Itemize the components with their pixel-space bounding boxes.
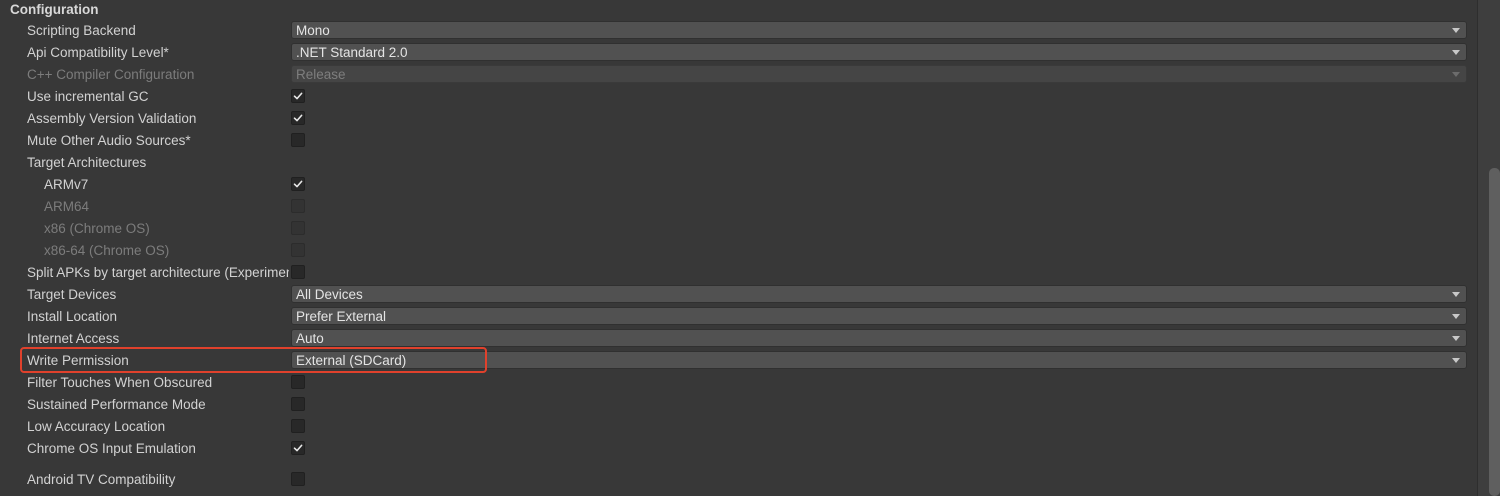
target-devices-dropdown[interactable]: All Devices — [291, 285, 1467, 303]
target-architectures-label: Target Architectures — [27, 155, 147, 170]
mute-audio-checkbox[interactable] — [291, 133, 305, 147]
api-compatibility-value: .NET Standard 2.0 — [296, 45, 408, 60]
chrome-input-checkbox[interactable] — [291, 441, 305, 455]
arm64-row: ARM64 — [0, 196, 1475, 218]
internet-access-row: Internet Access Auto — [0, 328, 1475, 350]
android-tv-checkbox[interactable] — [291, 472, 305, 486]
split-apks-label: Split APKs by target architecture (Exper… — [27, 265, 289, 280]
section-title: Configuration — [10, 2, 99, 17]
api-compatibility-row: Api Compatibility Level* .NET Standard 2… — [0, 42, 1475, 64]
mute-audio-label: Mute Other Audio Sources* — [27, 133, 191, 148]
chevron-down-icon — [1452, 358, 1460, 363]
armv7-row: ARMv7 — [0, 174, 1475, 196]
split-apks-row: Split APKs by target architecture (Exper… — [0, 262, 1475, 284]
chevron-down-icon — [1452, 336, 1460, 341]
scripting-backend-dropdown[interactable]: Mono — [291, 21, 1467, 39]
sustained-performance-checkbox[interactable] — [291, 397, 305, 411]
x86-64-row: x86-64 (Chrome OS) — [0, 240, 1475, 262]
check-icon — [293, 444, 303, 452]
write-permission-value: External (SDCard) — [296, 353, 407, 368]
internet-access-label: Internet Access — [27, 331, 120, 346]
android-tv-row: Android TV Compatibility — [0, 469, 1475, 491]
scrollbar-thumb[interactable] — [1489, 168, 1500, 496]
chevron-down-icon — [1452, 28, 1460, 33]
check-icon — [293, 180, 303, 188]
api-compatibility-label: Api Compatibility Level* — [27, 45, 169, 60]
filter-touches-row: Filter Touches When Obscured — [0, 372, 1475, 394]
internet-access-dropdown[interactable]: Auto — [291, 329, 1467, 347]
filter-touches-checkbox[interactable] — [291, 375, 305, 389]
armv7-checkbox[interactable] — [291, 177, 305, 191]
player-settings-configuration-panel: Configuration Scripting Backend Mono Api… — [0, 0, 1500, 496]
chrome-input-label: Chrome OS Input Emulation — [27, 441, 196, 456]
incremental-gc-row: Use incremental GC — [0, 86, 1475, 108]
target-devices-value: All Devices — [296, 287, 363, 302]
scripting-backend-row: Scripting Backend Mono — [0, 20, 1475, 42]
write-permission-dropdown[interactable]: External (SDCard) — [291, 351, 1467, 369]
chevron-down-icon — [1452, 50, 1460, 55]
cpp-compiler-dropdown: Release — [291, 65, 1467, 83]
assembly-validation-checkbox[interactable] — [291, 111, 305, 125]
arm64-checkbox — [291, 199, 305, 213]
check-icon — [293, 92, 303, 100]
x86-64-checkbox — [291, 243, 305, 257]
install-location-value: Prefer External — [296, 309, 387, 324]
cpp-compiler-row: C++ Compiler Configuration Release — [0, 64, 1475, 86]
scripting-backend-value: Mono — [296, 23, 330, 38]
low-accuracy-checkbox[interactable] — [291, 419, 305, 433]
internet-access-value: Auto — [296, 331, 324, 346]
low-accuracy-label: Low Accuracy Location — [27, 419, 166, 434]
x86-label: x86 (Chrome OS) — [44, 221, 150, 236]
install-location-label: Install Location — [27, 309, 118, 324]
sustained-performance-row: Sustained Performance Mode — [0, 394, 1475, 416]
incremental-gc-label: Use incremental GC — [27, 89, 149, 104]
chrome-input-row: Chrome OS Input Emulation — [0, 438, 1475, 460]
scripting-backend-label: Scripting Backend — [27, 23, 136, 38]
target-devices-row: Target Devices All Devices — [0, 284, 1475, 306]
install-location-dropdown[interactable]: Prefer External — [291, 307, 1467, 325]
target-devices-label: Target Devices — [27, 287, 117, 302]
install-location-row: Install Location Prefer External — [0, 306, 1475, 328]
arm64-label: ARM64 — [44, 199, 90, 214]
split-apks-checkbox[interactable] — [291, 265, 305, 279]
cpp-compiler-value: Release — [296, 67, 346, 82]
low-accuracy-row: Low Accuracy Location — [0, 416, 1475, 438]
x86-64-label: x86-64 (Chrome OS) — [44, 243, 170, 258]
incremental-gc-checkbox[interactable] — [291, 89, 305, 103]
assembly-validation-label: Assembly Version Validation — [27, 111, 197, 126]
chevron-down-icon — [1452, 72, 1460, 77]
sustained-performance-label: Sustained Performance Mode — [27, 397, 206, 412]
cpp-compiler-label: C++ Compiler Configuration — [27, 67, 195, 82]
api-compatibility-dropdown[interactable]: .NET Standard 2.0 — [291, 43, 1467, 61]
target-architectures-row: Target Architectures — [0, 152, 1475, 174]
mute-audio-row: Mute Other Audio Sources* — [0, 130, 1475, 152]
x86-checkbox — [291, 221, 305, 235]
check-icon — [293, 114, 303, 122]
assembly-validation-row: Assembly Version Validation — [0, 108, 1475, 130]
android-tv-label: Android TV Compatibility — [27, 472, 176, 487]
chevron-down-icon — [1452, 314, 1460, 319]
chevron-down-icon — [1452, 292, 1460, 297]
vertical-scrollbar[interactable] — [1477, 0, 1500, 496]
x86-row: x86 (Chrome OS) — [0, 218, 1475, 240]
write-permission-row: Write Permission External (SDCard) — [0, 350, 1475, 372]
armv7-label: ARMv7 — [44, 177, 89, 192]
write-permission-label: Write Permission — [27, 353, 129, 368]
filter-touches-label: Filter Touches When Obscured — [27, 375, 213, 390]
